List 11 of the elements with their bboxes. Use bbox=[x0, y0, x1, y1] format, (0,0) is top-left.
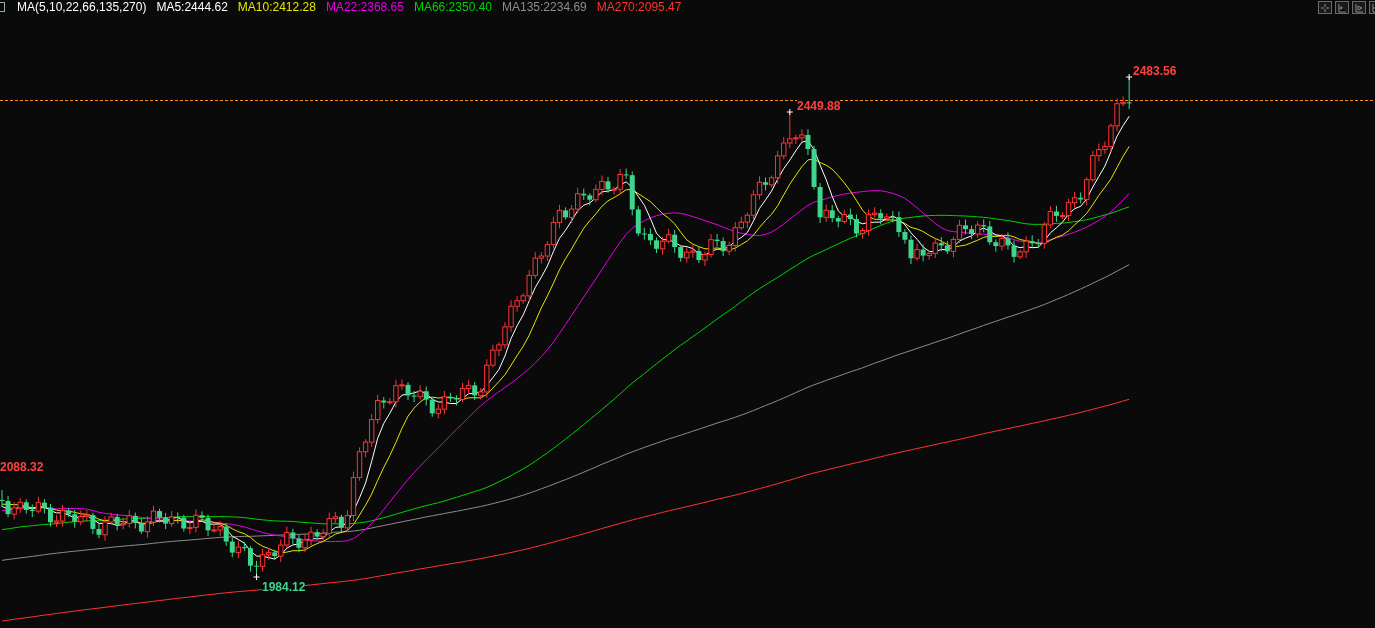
price-label: 2483.56 bbox=[1133, 64, 1177, 78]
moving-average-value: MA10:2412.28 bbox=[237, 0, 316, 14]
price-label: 2088.32 bbox=[0, 460, 44, 474]
moving-average-value: MA(5,10,22,66,135,270) bbox=[17, 0, 147, 14]
price-label: 1984.12 bbox=[262, 580, 306, 594]
moving-average-value: MA66:2350.40 bbox=[413, 0, 492, 14]
moving-average-value: MA22:2368.65 bbox=[325, 0, 404, 14]
price-label: 2449.88 bbox=[797, 99, 841, 113]
moving-average-value: MA135:2234.69 bbox=[502, 0, 587, 14]
moving-average-value: MA270:2095.47 bbox=[596, 0, 682, 14]
moving-average-value: MA5:2444.62 bbox=[156, 0, 228, 14]
